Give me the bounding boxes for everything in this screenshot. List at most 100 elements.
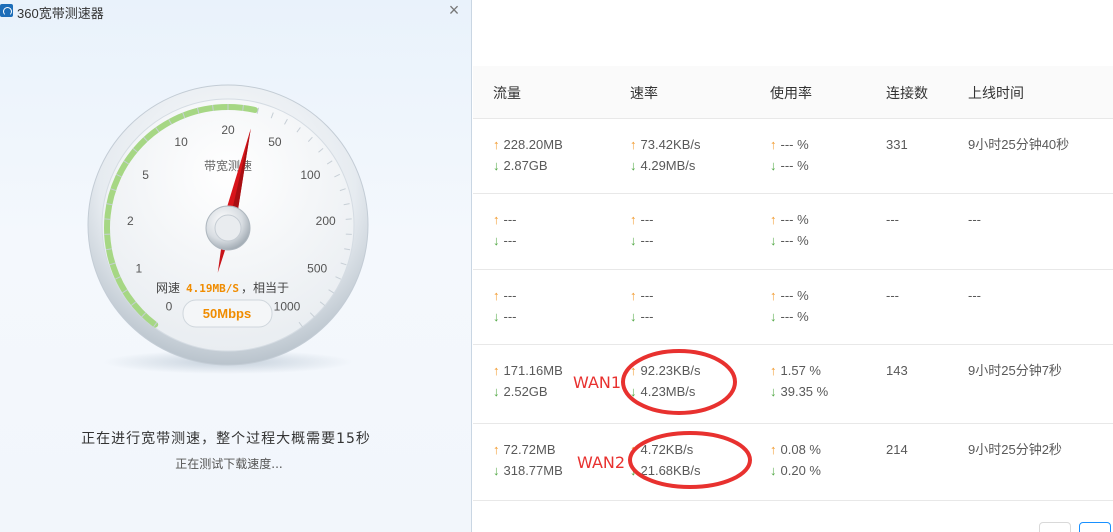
traffic-down-value: ---: [503, 233, 517, 248]
router-traffic-table: 流量 速率 使用率 连接数 上线时间 ↑ 228.20MB ↓ 2.87GB ↑ 73.4…: [473, 0, 1113, 532]
rate-up-value: ---: [640, 212, 654, 227]
usage-down: ↓ 0.20 %: [770, 460, 821, 481]
usage-down-value: --- %: [780, 233, 809, 248]
speed-prefix: 网速: [156, 281, 180, 295]
traffic-down: ↓ 318.77MB: [493, 460, 563, 481]
rate-cell: ↑ 92.23KB/s ↓ 4.23MB/s: [630, 360, 701, 402]
usage-down: ↓ --- %: [770, 306, 809, 327]
uptime-cell: 9小时25分钟2秒: [968, 442, 1062, 457]
mbps-value: 50Mbps: [203, 306, 251, 321]
tick-label: 50: [268, 135, 282, 149]
tick-label: 200: [316, 214, 336, 228]
arrow-down-icon: ↓: [630, 463, 637, 478]
arrow-down-icon: ↓: [493, 384, 500, 399]
traffic-down: ↓ ---: [493, 306, 517, 327]
usage-up: ↑ 1.57 %: [770, 360, 828, 381]
traffic-up-value: 228.20MB: [503, 137, 563, 152]
uptime-cell: ---: [968, 212, 981, 227]
rate-cell: ↑ --- ↓ ---: [630, 209, 654, 251]
traffic-up: ↑ 228.20MB: [493, 134, 563, 155]
header-usage: 使用率: [770, 85, 812, 101]
tick-label: 5: [142, 168, 149, 182]
tick-label: 1: [135, 262, 142, 276]
arrow-up-icon: ↑: [493, 137, 500, 152]
speed-suffix: ，相当于: [241, 281, 289, 295]
table-row: ↑ 72.72MB ↓ 318.77MB ↑ 4.72KB/s ↓ 21.68KB/s ↑ 0.0…: [473, 424, 1113, 501]
arrow-down-icon: ↓: [770, 158, 777, 173]
arrow-up-icon: ↑: [770, 288, 777, 303]
pager-page-button[interactable]: [1079, 522, 1111, 532]
rate-down-value: 4.23MB/s: [640, 384, 696, 399]
usage-cell: ↑ --- % ↓ --- %: [770, 209, 809, 251]
rate-up: ↑ ---: [630, 209, 654, 230]
arrow-up-icon: ↑: [630, 363, 637, 378]
traffic-up: ↑ ---: [493, 209, 517, 230]
rate-up-value: 92.23KB/s: [640, 363, 701, 378]
arrow-up-icon: ↑: [630, 137, 637, 152]
connections-cell: ---: [886, 212, 899, 227]
table-header: 流量 速率 使用率 连接数 上线时间: [473, 66, 1113, 119]
arrow-down-icon: ↓: [770, 463, 777, 478]
speed-value: 4.19MB/S: [186, 282, 239, 295]
rate-down: ↓ ---: [630, 306, 654, 327]
tick-label: 10: [174, 135, 188, 149]
usage-up: ↑ --- %: [770, 209, 809, 230]
close-button[interactable]: ×: [446, 0, 462, 20]
header-connections: 连接数: [886, 85, 928, 101]
tick-mark: [242, 104, 244, 111]
usage-up-value: 1.57 %: [780, 363, 821, 378]
traffic-down-value: 2.52GB: [503, 384, 548, 399]
usage-up-value: --- %: [780, 288, 809, 303]
arrow-down-icon: ↓: [493, 158, 500, 173]
tick-mark: [212, 104, 214, 111]
traffic-up: ↑ ---: [493, 285, 517, 306]
wan1-label: WAN1: [573, 373, 622, 392]
tick-label: 20: [221, 123, 235, 137]
arrow-up-icon: ↑: [493, 212, 500, 227]
arrow-up-icon: ↑: [630, 212, 637, 227]
usage-down-value: 39.35 %: [780, 384, 829, 399]
arrow-up-icon: ↑: [770, 442, 777, 457]
wan2-label: WAN2: [577, 453, 626, 472]
arrow-up-icon: ↑: [493, 288, 500, 303]
tick-label: 1000: [274, 299, 301, 313]
uptime-cell: 9小时25分钟40秒: [968, 137, 1070, 152]
arrow-up-icon: ↑: [630, 442, 637, 457]
header-traffic: 流量: [493, 85, 521, 101]
tick-label: 100: [300, 168, 320, 182]
arrow-down-icon: ↓: [770, 233, 777, 248]
usage-cell: ↑ --- % ↓ --- %: [770, 134, 809, 176]
arrow-up-icon: ↑: [630, 288, 637, 303]
arrow-down-icon: ↓: [493, 233, 500, 248]
titlebar: 360宽带测速器 ×: [0, 0, 472, 22]
rate-up: ↑ ---: [630, 285, 654, 306]
rate-down: ↓ ---: [630, 230, 654, 251]
rate-down-value: 4.29MB/s: [640, 158, 696, 173]
connections-cell: 214: [886, 442, 908, 457]
usage-down-value: 0.20 %: [780, 463, 821, 478]
traffic-down: ↓ 2.87GB: [493, 155, 563, 176]
arrow-up-icon: ↑: [770, 212, 777, 227]
tick-label: 0: [166, 299, 173, 313]
rate-up-value: 4.72KB/s: [640, 442, 694, 457]
rate-cell: ↑ 4.72KB/s ↓ 21.68KB/s: [630, 439, 701, 481]
arrow-down-icon: ↓: [630, 158, 637, 173]
usage-up: ↑ --- %: [770, 134, 809, 155]
usage-up-value: --- %: [780, 137, 809, 152]
rate-down-value: ---: [640, 233, 654, 248]
usage-up-value: 0.08 %: [780, 442, 821, 457]
tick-label: 500: [307, 262, 327, 276]
traffic-cell: ↑ 228.20MB ↓ 2.87GB: [493, 134, 563, 176]
traffic-cell: ↑ 171.16MB ↓ 2.52GB: [493, 360, 563, 402]
traffic-down: ↓ ---: [493, 230, 517, 251]
tick-mark: [104, 218, 111, 220]
traffic-cell: ↑ --- ↓ ---: [493, 285, 517, 327]
traffic-up-value: 171.16MB: [503, 363, 563, 378]
rate-down: ↓ 4.29MB/s: [630, 155, 701, 176]
pager-prev-button[interactable]: [1039, 522, 1071, 532]
arrow-down-icon: ↓: [493, 463, 500, 478]
tick-label: 2: [127, 214, 134, 228]
rate-up-value: ---: [640, 288, 654, 303]
rate-up: ↑ 73.42KB/s: [630, 134, 701, 155]
traffic-up-value: 72.72MB: [503, 442, 556, 457]
